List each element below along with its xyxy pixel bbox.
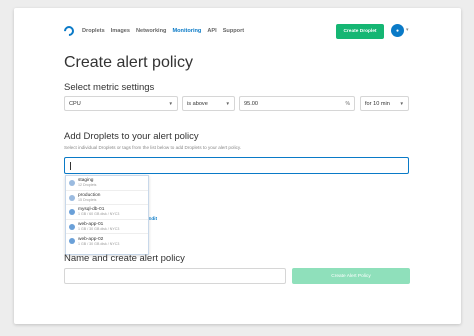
dropdown-item-sub: 1 GB / 30 GB disk / NYC3 [78,241,120,246]
metric-section-title: Select metric settings [64,82,155,93]
duration-select-value: for 10 min [365,100,390,107]
comparison-select-value: is above [187,100,208,107]
dropdown-item-mysql-db-01[interactable]: mysql-db-01 1 GB / 60 GB disk / NYC3 [66,205,148,220]
nav-link-droplets[interactable]: Droplets [82,28,105,34]
avatar[interactable]: ● [391,24,404,37]
droplets-helper-text: Select individual Droplets or tags from … [64,145,242,150]
dropdown-item-staging[interactable]: staging 12 Droplets [66,176,148,191]
dropdown-item-sub: 1 GB / 30 GB disk / NYC3 [78,226,120,231]
create-alert-policy-button[interactable]: Create Alert Policy [292,268,410,284]
droplet-dropdown: staging 12 Droplets production 15 Drople… [65,175,149,255]
dropdown-item-name: web-app-02 [78,236,104,242]
nav-link-images[interactable]: Images [111,28,130,34]
edit-link[interactable]: Edit [148,217,157,222]
dropdown-item-web-app-02[interactable]: web-app-02 1 GB / 30 GB disk / NYC3 [66,234,148,249]
threshold-value: 95.00 [244,100,258,107]
text-caret [70,162,71,170]
chevron-down-icon[interactable]: ▾ [406,27,409,33]
main-card: Droplets Images Networking Monitoring AP… [14,8,461,324]
page-title: Create alert policy [64,54,193,71]
dropdown-item-name: mysql-db-01 [78,207,105,213]
chevron-down-icon: ▼ [168,101,173,106]
top-nav: Droplets Images Networking Monitoring AP… [14,8,461,42]
droplet-icon [69,238,75,245]
tag-icon [69,180,75,186]
create-droplet-button[interactable]: Create Droplet [336,24,384,39]
dropdown-item-name: staging [78,178,94,184]
dropdown-item-sub: 15 Droplets [78,197,97,202]
policy-name-input[interactable] [64,268,286,284]
nav-link-monitoring[interactable]: Monitoring [172,28,201,34]
dropdown-item-name: production [78,192,101,198]
nav-links: Droplets Images Networking Monitoring AP… [82,28,244,34]
tag-icon [69,194,75,201]
dropdown-item-name: web-app-01 [78,221,104,227]
droplet-icon [69,209,75,216]
threshold-input[interactable]: 95.00 % [239,96,355,111]
droplets-section-title: Add Droplets to your alert policy [64,131,199,142]
chevron-down-icon: ▼ [225,101,230,106]
logo-icon[interactable] [61,23,77,39]
create-section-title: Name and create alert policy [64,253,185,264]
dropdown-item-production[interactable]: production 15 Droplets [66,191,148,206]
droplet-search-input[interactable] [64,157,409,174]
metric-select-value: CPU [69,100,81,107]
duration-select[interactable]: for 10 min ▼ [360,96,409,111]
dropdown-item-sub: 12 Droplets [78,183,97,188]
metric-select[interactable]: CPU ▼ [64,96,178,111]
nav-link-support[interactable]: Support [223,28,244,34]
user-icon: ● [395,27,400,34]
droplet-icon [69,223,75,230]
threshold-unit: % [345,100,350,107]
nav-link-networking[interactable]: Networking [136,28,166,34]
dropdown-item-web-app-01[interactable]: web-app-01 1 GB / 30 GB disk / NYC3 [66,220,148,235]
dropdown-item-sub: 1 GB / 60 GB disk / NYC3 [78,212,120,217]
comparison-select[interactable]: is above ▼ [182,96,235,111]
nav-link-api[interactable]: API [207,28,216,34]
chevron-down-icon: ▼ [399,101,404,106]
